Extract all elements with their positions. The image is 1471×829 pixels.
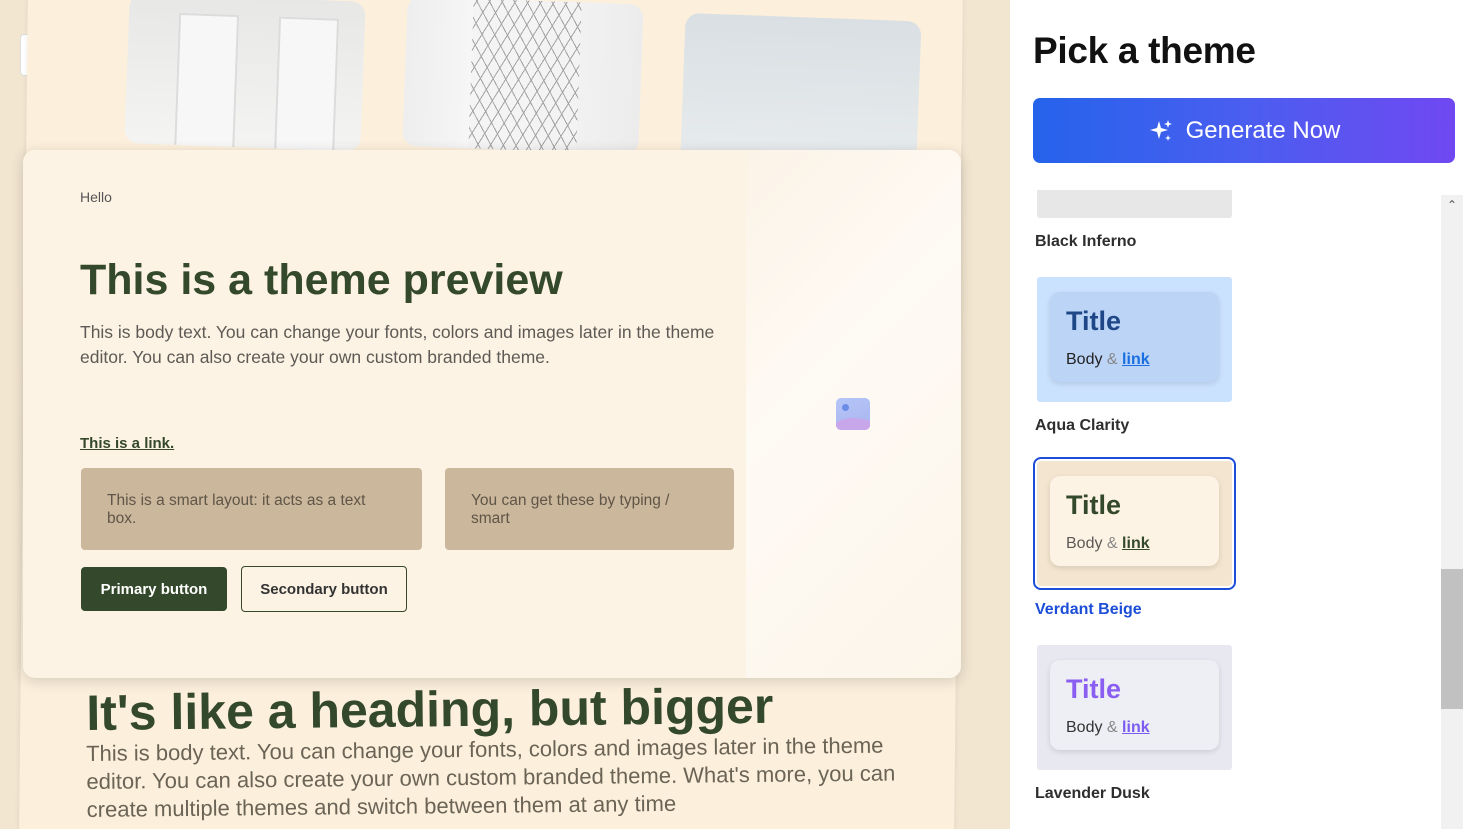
theme-name-black-inferno[interactable]: Black Inferno bbox=[1035, 233, 1136, 251]
theme-card-title: Title bbox=[1066, 490, 1122, 520]
theme-card-title: Title bbox=[1066, 674, 1122, 704]
preview-link[interactable]: This is a link. bbox=[80, 435, 174, 452]
preview-eyebrow: Hello bbox=[80, 189, 112, 205]
background-heading: It's like a heading, but bigger bbox=[86, 677, 774, 741]
theme-card-preview: Title Body & link bbox=[1050, 660, 1219, 750]
lattice-photo bbox=[402, 0, 644, 155]
image-placeholder-icon bbox=[836, 398, 870, 430]
preview-image-area bbox=[746, 150, 961, 678]
theme-card-verdant-beige[interactable]: Title Body & link bbox=[1033, 457, 1236, 590]
theme-card-title: Title bbox=[1066, 306, 1122, 336]
smart-layout-box: This is a smart layout: it acts as a tex… bbox=[81, 468, 422, 550]
theme-name-lavender-dusk[interactable]: Lavender Dusk bbox=[1035, 785, 1150, 803]
theme-card-aqua-clarity[interactable]: Title Body & link bbox=[1037, 277, 1232, 402]
theme-name-verdant-beige[interactable]: Verdant Beige bbox=[1035, 601, 1142, 619]
scroll-up-icon[interactable]: ⌃ bbox=[1446, 199, 1458, 211]
sparkle-icon bbox=[1149, 119, 1172, 141]
secondary-button[interactable]: Secondary button bbox=[241, 566, 407, 612]
preview-title: This is a theme preview bbox=[80, 256, 563, 304]
scrollbar-thumb[interactable] bbox=[1441, 569, 1463, 709]
theme-card-body: Body & link bbox=[1066, 351, 1150, 368]
generate-now-button[interactable]: Generate Now bbox=[1033, 98, 1455, 163]
theme-card-preview: Title Body & link bbox=[1050, 476, 1219, 566]
door-photo bbox=[124, 0, 366, 152]
background-body-text: This is body text. You can change your f… bbox=[86, 732, 896, 822]
panel-title: Pick a theme bbox=[1033, 30, 1256, 71]
theme-card-body: Body & link bbox=[1066, 719, 1150, 736]
theme-card-black-inferno[interactable] bbox=[1037, 190, 1232, 218]
theme-card-lavender-dusk[interactable]: Title Body & link bbox=[1037, 645, 1232, 770]
generate-now-label: Generate Now bbox=[1185, 116, 1341, 144]
theme-list-scrollbar[interactable]: ⌃ bbox=[1441, 195, 1463, 829]
preview-body-text: This is body text. You can change your f… bbox=[80, 322, 715, 367]
theme-card-body: Body & link bbox=[1066, 535, 1150, 552]
theme-preview-card: Hello This is a theme preview This is bo… bbox=[23, 150, 961, 678]
primary-button[interactable]: Primary button bbox=[81, 567, 227, 611]
smart-layout-box: You can get these by typing / smart bbox=[445, 468, 734, 550]
theme-name-aqua-clarity[interactable]: Aqua Clarity bbox=[1035, 417, 1129, 435]
theme-list: Black Inferno Title Body & link Aqua Cla… bbox=[1010, 190, 1441, 829]
theme-card-preview: Title Body & link bbox=[1050, 292, 1219, 382]
sky-photo bbox=[680, 12, 922, 172]
theme-picker-panel: Pick a theme Generate Now Black Inferno … bbox=[1010, 0, 1471, 829]
